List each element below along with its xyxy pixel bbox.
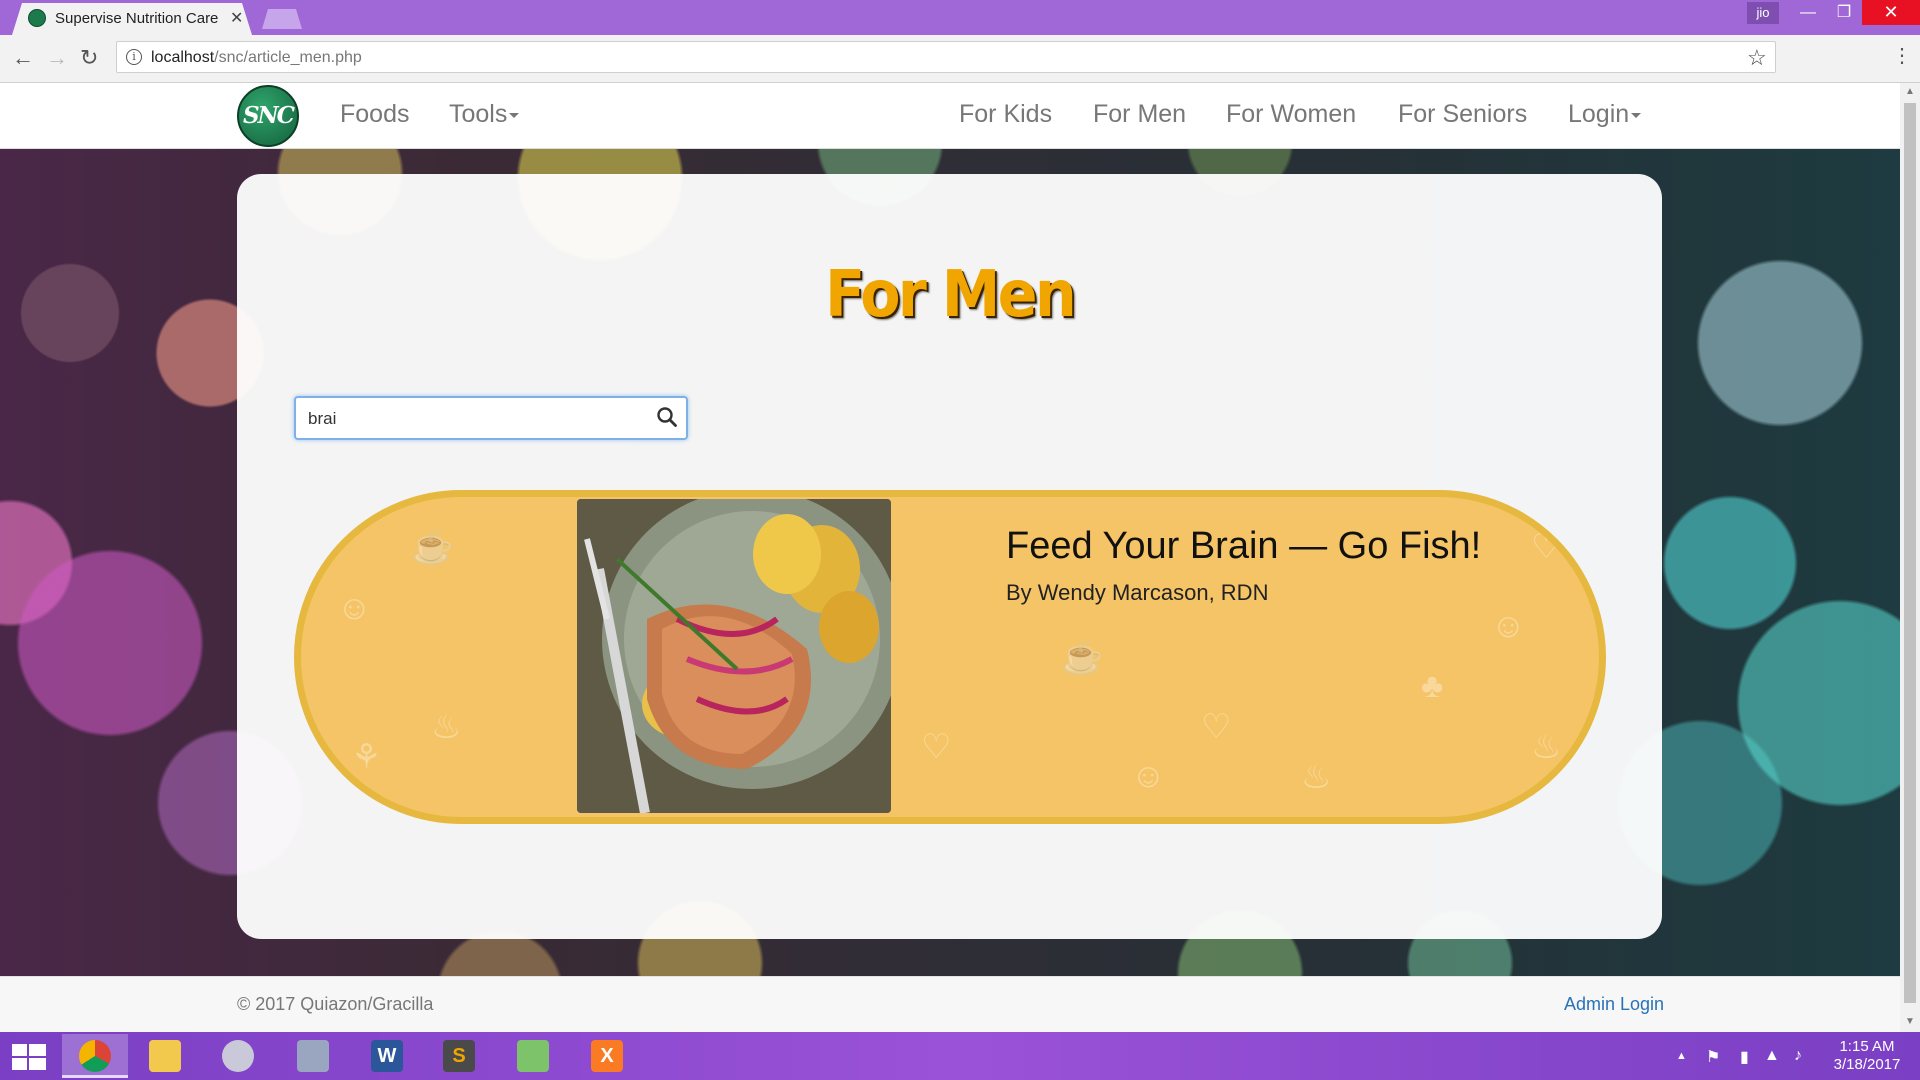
search-box[interactable] — [294, 396, 688, 440]
search-input[interactable] — [308, 408, 648, 430]
teapot-icon: ☕ — [1061, 638, 1104, 676]
heart-icon: ♡ — [1201, 708, 1232, 746]
sublime-icon: S — [443, 1040, 475, 1072]
taskbar-clock[interactable]: 1:15 AM 3/18/2017 — [1822, 1038, 1912, 1074]
forward-arrow-icon[interactable]: → — [46, 45, 68, 71]
taskbar-snipping-tool[interactable] — [205, 1034, 271, 1078]
salmon-photo — [577, 499, 891, 813]
search-icon[interactable] — [656, 406, 678, 428]
browser-toolbar: ← → ↻ i localhost/snc/article_men.php ☆ … — [0, 35, 1920, 83]
nav-login[interactable]: Login — [1568, 100, 1642, 129]
browser-menu-icon[interactable]: ⋮ — [1892, 43, 1912, 68]
calculator-icon — [297, 1040, 329, 1072]
article-card[interactable]: ☕ ☺ ♨ ⚘ ♡ ☕ ☺ ♡ ♨ ♣ ♡ ☺ ♨ Feed Your Brai… — [294, 490, 1606, 824]
nav-for-women[interactable]: For Women — [1226, 100, 1356, 129]
address-bar[interactable]: i localhost/snc/article_men.php ☆ — [116, 41, 1776, 73]
minimize-icon[interactable]: — — [1790, 0, 1826, 25]
site-footer: © 2017 Quiazon/Gracilla Admin Login — [0, 976, 1900, 1032]
xampp-icon: X — [591, 1040, 623, 1072]
cake-icon: ♨ — [1301, 758, 1332, 796]
cake-icon: ♨ — [1531, 728, 1562, 766]
nav-login-label: Login — [1568, 100, 1630, 128]
browser-title-bar: Supervise Nutrition Care ✕ jio — ❐ ✕ — [0, 0, 1920, 35]
folder-icon — [149, 1040, 181, 1072]
nav-for-seniors[interactable]: For Seniors — [1398, 100, 1527, 129]
smiley-icon: ☺ — [337, 589, 372, 627]
windows-start-icon[interactable] — [12, 1044, 46, 1070]
taskbar-word[interactable]: W — [354, 1034, 420, 1078]
heart-icon: ♡ — [1531, 528, 1562, 566]
smiley-icon: ☺ — [1491, 607, 1526, 645]
caret-down-icon — [509, 112, 520, 118]
admin-login-link[interactable]: Admin Login — [1564, 994, 1664, 1015]
caret-down-icon — [1631, 112, 1642, 118]
notepad-icon — [517, 1040, 549, 1072]
word-icon: W — [371, 1040, 403, 1072]
nav-tools-label: Tools — [449, 100, 508, 128]
bookmark-star-icon[interactable]: ☆ — [1747, 45, 1767, 71]
page-title: For Men — [825, 258, 1077, 332]
maximize-icon[interactable]: ❐ — [1826, 0, 1862, 25]
tab-title: Supervise Nutrition Care — [55, 10, 219, 27]
article-title[interactable]: Feed Your Brain — Go Fish! — [1006, 525, 1481, 568]
drink-icon: ♣ — [1421, 667, 1444, 705]
close-window-icon[interactable]: ✕ — [1862, 0, 1920, 25]
battery-icon[interactable]: ▮ — [1740, 1047, 1749, 1067]
taskbar-chrome[interactable] — [62, 1034, 128, 1078]
new-tab-button[interactable] — [262, 9, 302, 29]
site-logo[interactable]: SNC — [237, 85, 299, 147]
copyright-text: © 2017 Quiazon/Gracilla — [237, 994, 434, 1014]
reload-icon[interactable]: ↻ — [80, 45, 98, 71]
page-viewport: SNC Foods Tools For Kids For Men For Wom… — [0, 83, 1900, 1032]
tray-chevron-icon[interactable]: ▲ — [1676, 1050, 1687, 1062]
site-info-icon[interactable]: i — [126, 49, 142, 65]
taskbar-calculator[interactable] — [280, 1034, 346, 1078]
nav-foods[interactable]: Foods — [340, 100, 409, 129]
nav-for-men[interactable]: For Men — [1093, 100, 1186, 129]
teapot-icon: ☕ — [411, 528, 454, 566]
network-icon[interactable]: ▲ — [1764, 1047, 1780, 1065]
article-author: By Wendy Marcason, RDN — [1006, 580, 1269, 605]
taskbar-xampp[interactable]: X — [574, 1034, 640, 1078]
volume-icon[interactable]: ♪ — [1794, 1047, 1802, 1065]
scissors-icon — [222, 1040, 254, 1072]
windows-taskbar: W S X ▲ ⚑ ▮ ▲ ♪ 1:15 AM 3/18/2017 — [0, 1032, 1920, 1080]
taskbar-file-explorer[interactable] — [132, 1034, 198, 1078]
url-text[interactable]: localhost/snc/article_men.php — [151, 49, 362, 67]
scroll-down-icon[interactable]: ▼ — [1905, 1016, 1915, 1027]
smiley-icon: ☺ — [1131, 757, 1166, 795]
url-host: localhost — [151, 49, 215, 66]
cake-icon: ♨ — [431, 708, 462, 746]
flag-icon[interactable]: ⚑ — [1706, 1047, 1720, 1067]
taskbar-sublime[interactable]: S — [426, 1034, 492, 1078]
main-panel: For Men ☕ ☺ ♨ ⚘ ♡ ☕ ☺ ♡ ♨ ♣ ♡ ☺ ♨ — [237, 174, 1662, 939]
clock-date: 3/18/2017 — [1833, 1056, 1901, 1073]
back-arrow-icon[interactable]: ← — [12, 45, 34, 71]
tab-close-icon[interactable]: ✕ — [230, 8, 243, 28]
heart-icon: ♡ — [921, 728, 952, 766]
site-navbar: SNC Foods Tools For Kids For Men For Wom… — [0, 83, 1900, 149]
profile-button[interactable]: jio — [1747, 2, 1779, 24]
page-scrollbar[interactable]: ▲ ▼ — [1900, 83, 1920, 1032]
taskbar-notepad[interactable] — [500, 1034, 566, 1078]
url-path: /snc/article_men.php — [214, 49, 362, 66]
scroll-up-icon[interactable]: ▲ — [1905, 86, 1915, 97]
nav-for-kids[interactable]: For Kids — [959, 100, 1052, 129]
scroll-thumb[interactable] — [1904, 103, 1916, 1003]
fork-icon: ⚘ — [351, 738, 382, 776]
tab-favicon-icon — [28, 9, 46, 27]
article-image[interactable] — [577, 499, 891, 813]
nav-tools[interactable]: Tools — [449, 100, 520, 129]
chrome-icon — [79, 1040, 111, 1072]
clock-time: 1:15 AM — [1839, 1038, 1895, 1055]
